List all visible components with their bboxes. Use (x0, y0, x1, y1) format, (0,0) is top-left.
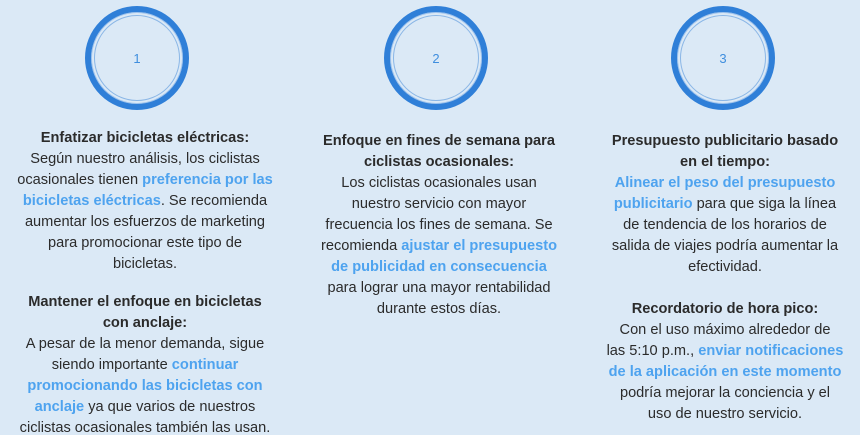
recommendation-title: Mantener el enfoque en bicicletas (28, 294, 262, 310)
body-line: Los ciclistas ocasionales usan (341, 175, 537, 191)
highlight-line: promocionando las bicicletas con (27, 378, 263, 394)
body-line: las 5:10 p.m., enviar notificaciones (590, 341, 860, 362)
body-line: nuestro servicio con mayor (351, 196, 527, 212)
body-line: durante estos días. (376, 301, 502, 317)
body-text: para que siga la línea (692, 196, 837, 212)
body-line: siendo importante continuar (0, 355, 290, 376)
body-line: aumentar los esfuerzos de marketing (24, 214, 266, 230)
recommendation-title: Enfatizar bicicletas eléctricas: (40, 130, 250, 146)
body-line: bicicletas. (112, 256, 178, 272)
highlight-text: publicitario (613, 196, 693, 212)
body-line: salida de viajes podría aumentar la (611, 238, 839, 254)
step-circle-2: 2 (384, 6, 488, 110)
highlight-text: preferencia por las (142, 172, 273, 188)
highlight-line: de la aplicación en este momento (608, 364, 842, 380)
recommendation-time-based-budget: Presupuesto publicitario basado en el ti… (590, 131, 860, 278)
body-line: podría mejorar la conciencia y el (619, 385, 831, 401)
body-line: recomienda ajustar el presupuesto (294, 236, 584, 257)
body-text: . Se recomienda (160, 193, 268, 209)
body-line: Con el uso máximo alrededor de (619, 322, 831, 338)
body-line: para promocionar este tipo de (48, 235, 242, 251)
body-line: frecuencia los fines de semana. Se (325, 217, 553, 233)
highlight-text: enviar notificaciones (698, 343, 844, 359)
body-line: bicicletas eléctricas. Se recomienda (0, 191, 290, 212)
slide: 1 Enfatizar bicicletas eléctricas: Según… (0, 0, 860, 435)
recommendation-title: Enfoque en fines de semana para (323, 133, 555, 149)
body-line: publicitario para que siga la línea (590, 194, 860, 215)
body-line: ocasionales tienen preferencia por las (0, 170, 290, 191)
highlight-text: continuar (171, 357, 239, 373)
body-text: las 5:10 p.m., (606, 343, 699, 359)
highlight-line: Alinear el peso del presupuesto (614, 175, 836, 191)
column-1: 1 Enfatizar bicicletas eléctricas: Según… (0, 0, 290, 435)
recommendation-docked-bikes: Mantener el enfoque en bicicletas con an… (0, 292, 290, 435)
highlight-line: de publicidad en consecuencia (331, 259, 547, 275)
body-line: Según nuestro análisis, los ciclistas (30, 151, 260, 167)
column-3: 3 Presupuesto publicitario basado en el … (590, 0, 860, 435)
column-2: 2 Enfoque en fines de semana para ciclis… (294, 0, 584, 435)
highlight-text: anclaje (34, 399, 85, 415)
step-number: 1 (133, 51, 141, 66)
step-circle-1: 1 (85, 6, 189, 110)
step-circle-3: 3 (671, 6, 775, 110)
body-line: A pesar de la menor demanda, sigue (25, 336, 265, 352)
highlight-text: ajustar el presupuesto (401, 238, 558, 254)
body-line: de tendencia de los horarios de (623, 217, 827, 233)
recommendation-weekends: Enfoque en fines de semana para ciclista… (294, 131, 584, 320)
recommendation-title: ciclistas ocasionales: (363, 154, 515, 170)
recommendation-electric-bikes: Enfatizar bicicletas eléctricas: Según n… (0, 128, 290, 275)
body-text: ya que varios de nuestros (84, 399, 256, 415)
recommendation-title: en el tiempo: (679, 154, 770, 170)
highlight-text: bicicletas eléctricas (22, 193, 161, 209)
body-text: ocasionales tienen (17, 172, 143, 188)
body-line: uso de nuestro servicio. (647, 406, 803, 422)
recommendation-title: Recordatorio de hora pico: (631, 301, 819, 317)
recommendation-title: Presupuesto publicitario basado (611, 133, 839, 149)
body-text: recomienda (320, 238, 402, 254)
body-line: anclaje ya que varios de nuestros (0, 397, 290, 418)
body-line: para lograr una mayor rentabilidad (327, 280, 551, 296)
step-number: 3 (719, 51, 727, 66)
step-number: 2 (432, 51, 440, 66)
body-line: efectividad. (688, 259, 762, 275)
recommendation-peak-hour: Recordatorio de hora pico: Con el uso má… (590, 299, 860, 425)
body-text: siendo importante (51, 357, 172, 373)
recommendation-title: con anclaje: (102, 315, 188, 331)
body-line: ciclistas ocasionales también las usan. (19, 420, 271, 435)
